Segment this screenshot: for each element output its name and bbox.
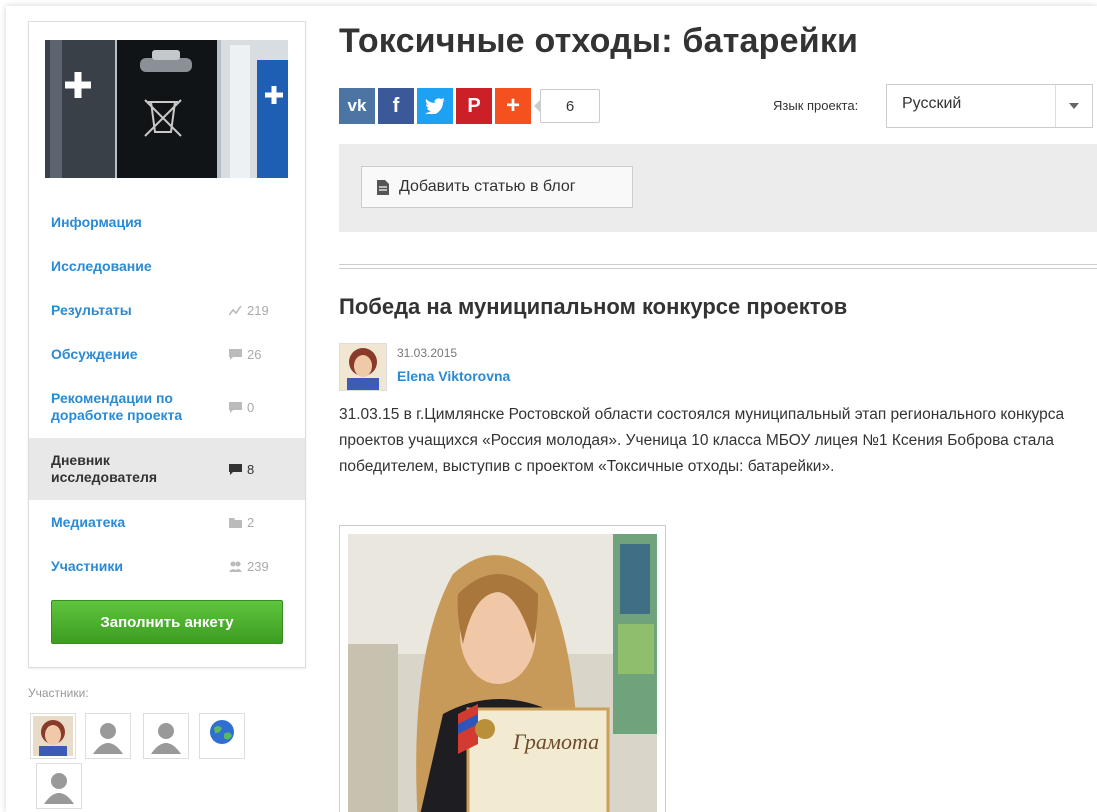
sidebar-item-results[interactable]: Результаты 219: [29, 288, 305, 332]
sidebar-item-label: Исследование: [51, 257, 152, 274]
discussion-count-value: 26: [247, 346, 262, 362]
discussion-count: 26: [229, 347, 261, 362]
add-article-button[interactable]: Добавить статью в блог: [361, 166, 633, 208]
post-author-link[interactable]: Elena Viktorovna: [397, 368, 510, 384]
results-count: 219: [229, 303, 269, 318]
photo-certificate-text: Грамота: [512, 729, 599, 754]
page: Информация Исследование Результаты 219 О…: [6, 6, 1097, 812]
participants-count: 239: [229, 559, 269, 574]
share-buttons: vk f P + 6: [339, 88, 600, 124]
twitter-share-button[interactable]: [417, 88, 453, 124]
chevron-down-icon: [1055, 85, 1092, 127]
participants-count-value: 239: [247, 558, 269, 574]
vk-icon: vk: [347, 96, 367, 115]
post-date: 31.03.2015: [397, 346, 458, 360]
globe-icon: [202, 716, 242, 756]
member-avatar-globe[interactable]: [199, 713, 245, 759]
language-select[interactable]: Русский: [886, 84, 1093, 128]
folder-icon: [229, 517, 242, 528]
pinterest-icon: P: [467, 94, 481, 117]
twitter-icon: [425, 98, 445, 114]
sidebar-item-research-diary[interactable]: Дневник исследователя 8: [29, 438, 305, 500]
blog-actions-panel: Добавить статью в блог: [339, 144, 1097, 232]
sidebar-item-media[interactable]: Медиатека 2: [29, 500, 305, 544]
plus-share-button[interactable]: +: [495, 88, 531, 124]
sidebar-item-information[interactable]: Информация: [29, 200, 305, 244]
sidebar-item-label: Дневник исследователя: [51, 452, 158, 485]
post-photo-image: Грамота: [348, 534, 657, 812]
document-icon: [377, 179, 389, 195]
sidebar-item-label: Информация: [51, 213, 142, 230]
sidebar-item-label: Результаты: [51, 301, 132, 318]
member-avatar-placeholder[interactable]: [85, 713, 131, 759]
sidebar-item-discussion[interactable]: Обсуждение 26: [29, 332, 305, 376]
sidebar-nav: Информация Исследование Результаты 219 О…: [29, 200, 305, 588]
comment-icon: [229, 348, 242, 360]
language-label: Язык проекта:: [773, 98, 859, 113]
post-photo[interactable]: Грамота: [339, 525, 666, 812]
share-count: 6: [534, 89, 600, 123]
pinterest-share-button[interactable]: P: [456, 88, 492, 124]
diary-count-value: 8: [247, 461, 255, 477]
post-body: 31.03.15 в г.Цимлянске Ростовской област…: [339, 406, 1065, 475]
recommendations-count: 0: [229, 400, 254, 415]
author-avatar[interactable]: [339, 343, 387, 391]
project-cover-image: [45, 40, 288, 178]
plus-icon: +: [505, 92, 520, 119]
sidebar-item-participants[interactable]: Участники 239: [29, 544, 305, 588]
members-label: Участники:: [28, 686, 89, 700]
facebook-icon: f: [392, 94, 400, 117]
results-count-value: 219: [247, 302, 269, 318]
avatar: [340, 344, 386, 390]
diary-count: 8: [229, 462, 254, 477]
user-placeholder-icon: [151, 723, 181, 754]
media-count-value: 2: [247, 514, 255, 530]
recommendations-count-value: 0: [247, 399, 255, 415]
vk-share-button[interactable]: vk: [339, 88, 375, 124]
facebook-share-button[interactable]: f: [378, 88, 414, 124]
sidebar-item-recommendations[interactable]: Рекомендации по доработке проекта 0: [29, 376, 305, 438]
users-icon: [229, 561, 242, 572]
member-avatar-placeholder[interactable]: [143, 713, 189, 759]
comment-icon: [229, 401, 242, 413]
member-avatar-photo[interactable]: [30, 713, 76, 759]
divider: [339, 264, 1097, 269]
sidebar-item-research[interactable]: Исследование: [29, 244, 305, 288]
sidebar-item-label: Медиатека: [51, 513, 126, 530]
avatar: [33, 716, 73, 756]
member-avatar-placeholder[interactable]: [36, 763, 82, 809]
fill-questionnaire-button[interactable]: Заполнить анкету: [51, 600, 283, 644]
project-sidebar: Информация Исследование Результаты 219 О…: [28, 21, 306, 668]
sidebar-item-label: Участники: [51, 557, 123, 574]
user-placeholder-icon: [93, 723, 123, 754]
add-article-label: Добавить статью в блог: [399, 178, 576, 195]
chart-icon: [229, 305, 242, 315]
post-title: Победа на муниципальном конкурсе проекто…: [339, 294, 848, 319]
user-placeholder-icon: [44, 773, 74, 804]
comment-icon: [229, 463, 242, 475]
sidebar-item-label: Рекомендации по доработке проекта: [51, 390, 183, 423]
media-count: 2: [229, 515, 254, 530]
language-value: Русский: [902, 95, 962, 112]
sidebar-item-label: Обсуждение: [51, 345, 138, 362]
project-title: Токсичные отходы: батарейки: [339, 22, 859, 60]
